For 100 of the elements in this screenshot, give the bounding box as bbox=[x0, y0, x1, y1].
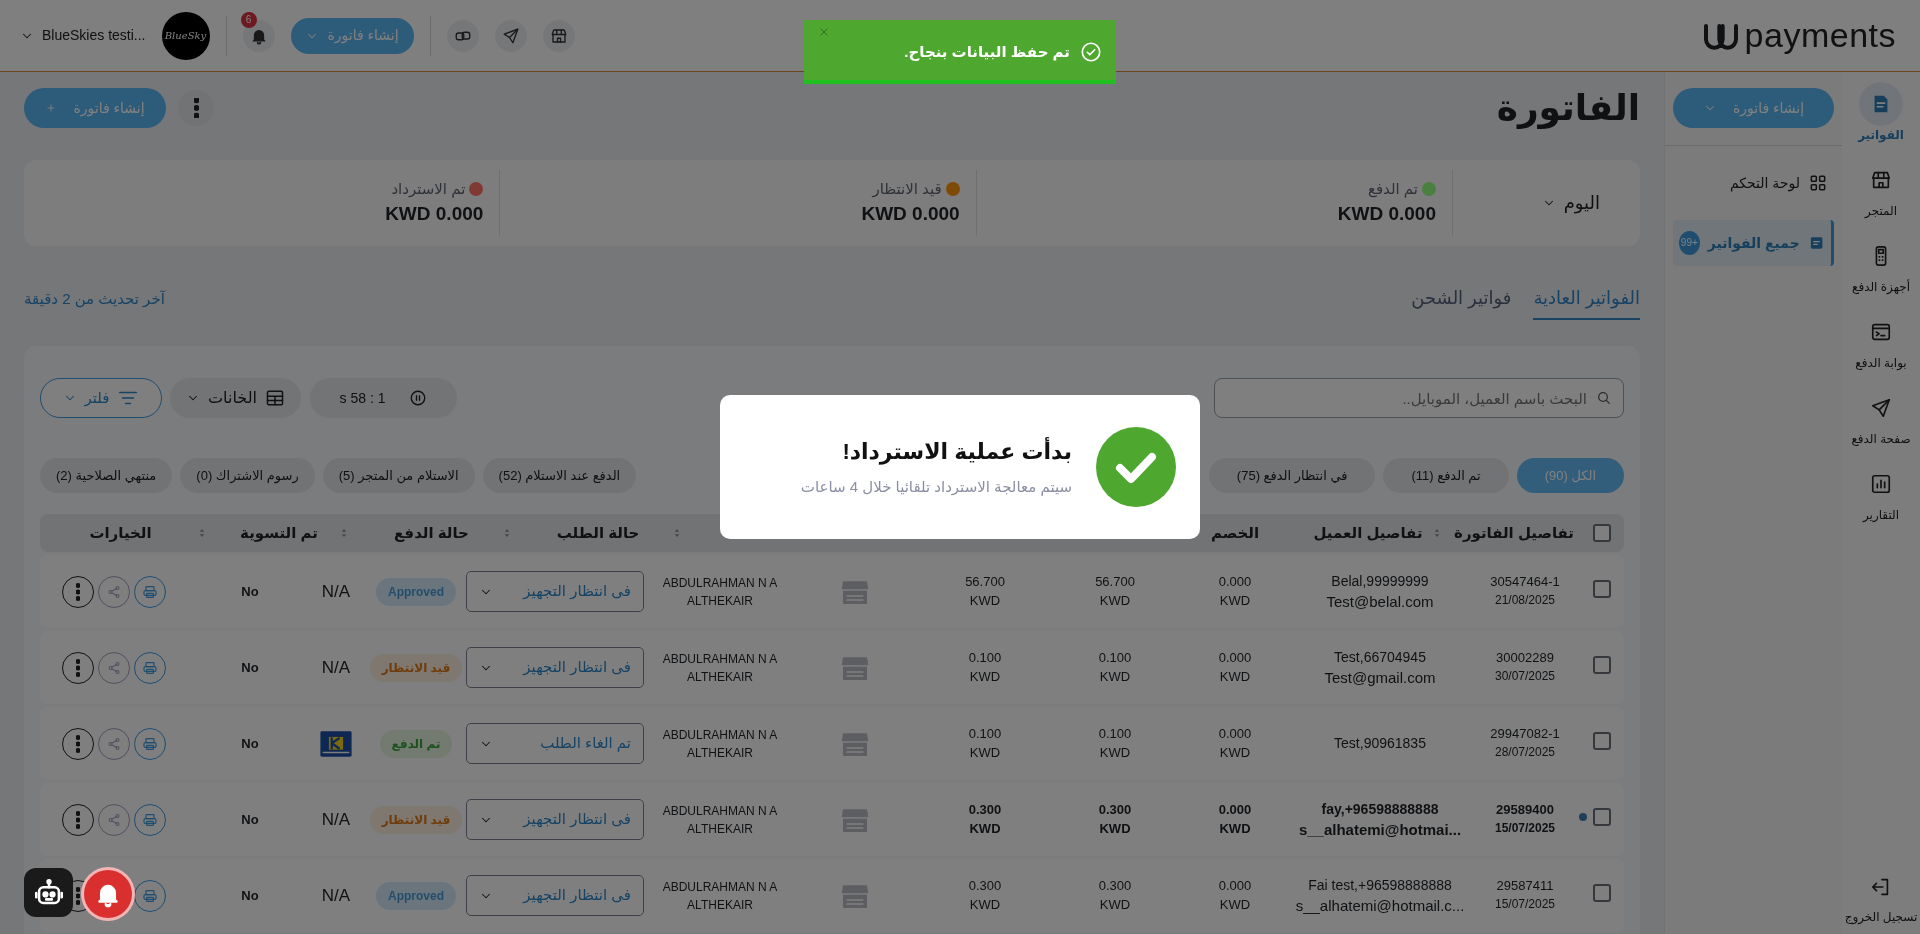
last-updated-link[interactable]: آخر تحديث من 2 دقيقة bbox=[24, 287, 165, 310]
customer-email: s__alhatemi@hotmail.c... bbox=[1295, 896, 1465, 915]
invoice-number[interactable]: 29587411 bbox=[1496, 879, 1554, 895]
amount: 56.700 bbox=[1095, 574, 1135, 590]
send-button[interactable] bbox=[494, 19, 527, 52]
amount: 0.100 bbox=[968, 650, 1002, 666]
payment-method: N/A bbox=[321, 580, 351, 603]
stat-value: KWD 0.000 bbox=[385, 202, 484, 226]
search-field[interactable]: البحث باسم العميل، الموبايل.. bbox=[1214, 378, 1624, 418]
amount: 0.100 bbox=[1098, 650, 1132, 666]
invoice-number[interactable]: 30547464-1 bbox=[1490, 575, 1560, 591]
row-checkbox[interactable] bbox=[1593, 807, 1611, 826]
invoice-number[interactable]: 29947082-1 bbox=[1490, 727, 1560, 743]
order-status-select[interactable]: فى انتظار التجهيز bbox=[466, 571, 644, 612]
link-button[interactable] bbox=[446, 19, 479, 52]
print-button[interactable] bbox=[134, 575, 166, 608]
more-button[interactable] bbox=[62, 575, 94, 608]
send-icon bbox=[501, 26, 520, 45]
more-button[interactable] bbox=[178, 90, 214, 126]
filter-chip[interactable]: الدفع عند الاستلام (52) bbox=[482, 458, 637, 493]
printer-icon bbox=[142, 735, 158, 752]
account-menu[interactable]: BlueSkies testi... bbox=[20, 25, 146, 46]
row-checkbox[interactable] bbox=[1593, 655, 1611, 674]
notification-count: 6 bbox=[240, 11, 257, 28]
sidebar-item[interactable]: أجهزة الدفع bbox=[1842, 234, 1920, 310]
print-button[interactable] bbox=[134, 879, 166, 912]
sidebar-item[interactable]: التقارير bbox=[1842, 462, 1920, 538]
logo-text: payments bbox=[1744, 15, 1896, 56]
columns-button[interactable]: الخانات bbox=[170, 378, 301, 418]
tab[interactable]: فواتير الشحن bbox=[1411, 281, 1512, 320]
more-button[interactable] bbox=[62, 727, 94, 760]
amount: 0.300 bbox=[1098, 802, 1132, 818]
notification-button[interactable] bbox=[84, 870, 132, 918]
customer-email: Test@gmail.com bbox=[1324, 668, 1436, 687]
sidebar-item[interactable]: صفحة الدفع bbox=[1842, 386, 1920, 462]
more-button[interactable] bbox=[62, 651, 94, 684]
invoice-number[interactable]: 29589400 bbox=[1496, 803, 1554, 819]
customer-name: fay,+96598888888 bbox=[1321, 800, 1439, 817]
count-badge: +99 bbox=[1679, 231, 1700, 255]
amount: 0.000 bbox=[1218, 726, 1252, 742]
dialog-message: سيتم معالجة الاسترداد تلقائيا خلال 4 ساعات bbox=[800, 477, 1072, 498]
close-button[interactable] bbox=[818, 26, 830, 38]
column-header[interactable]: تم التسوية bbox=[240, 521, 318, 545]
sidebar-item[interactable]: المتجر bbox=[1842, 158, 1920, 234]
check-circle-icon bbox=[1080, 41, 1102, 63]
customer-name: Fai test,+96598888888 bbox=[1308, 876, 1452, 893]
sidebar-item[interactable]: بوابة الدفع bbox=[1842, 310, 1920, 386]
share-icon bbox=[107, 812, 121, 827]
chatbot-button[interactable] bbox=[24, 868, 73, 917]
column-header: تفاصيل الفاتورة bbox=[1454, 522, 1574, 544]
currency: KWD bbox=[969, 745, 1001, 761]
order-status-select[interactable]: تم الغاء الطلب bbox=[466, 723, 644, 764]
more-icon bbox=[76, 734, 80, 753]
filter-chip[interactable]: رسوم الاشتراك (0) bbox=[180, 458, 315, 493]
invoice-number[interactable]: 30002289 bbox=[1496, 651, 1554, 667]
customer-email: s__alhatemi@hotmai... bbox=[1298, 820, 1462, 839]
store-button[interactable] bbox=[542, 19, 575, 52]
more-icon bbox=[76, 658, 80, 677]
amount: 0.100 bbox=[1098, 726, 1132, 742]
printer-icon bbox=[142, 887, 158, 904]
payment-method: N/A bbox=[321, 656, 351, 679]
filter-chip[interactable]: منتهي الصلاحية (2) bbox=[40, 458, 173, 493]
currency: KWD bbox=[1099, 593, 1131, 609]
select-all-checkbox[interactable] bbox=[1593, 524, 1611, 542]
print-button[interactable] bbox=[134, 803, 166, 836]
order-status-select[interactable]: فى انتظار التجهيز bbox=[466, 875, 644, 916]
amount: 0.000 bbox=[1218, 574, 1252, 590]
timer-button[interactable]: s 58 : 1 bbox=[310, 378, 457, 418]
row-checkbox[interactable] bbox=[1593, 579, 1611, 598]
avatar-logo[interactable]: BlueSky bbox=[161, 11, 210, 60]
more-button[interactable] bbox=[62, 803, 94, 836]
filter-chip[interactable]: الاستلام من المتجر (5) bbox=[322, 458, 475, 493]
payment-status: Approved bbox=[376, 881, 456, 910]
order-status-select[interactable]: فى انتظار التجهيز bbox=[466, 799, 644, 840]
amount: 0.100 bbox=[968, 726, 1002, 742]
employee-name: ABDULRAHMAN N A ALTHEKAIR bbox=[661, 802, 779, 838]
column-header[interactable]: حالة الطلب bbox=[556, 521, 640, 545]
print-button[interactable] bbox=[134, 651, 166, 684]
invoice-date: 30/07/2025 bbox=[1494, 670, 1556, 684]
menu-item[interactable]: لوحة التحكم bbox=[1673, 160, 1834, 206]
period-dropdown[interactable]: اليوم bbox=[1541, 189, 1600, 217]
row-checkbox[interactable] bbox=[1593, 883, 1611, 902]
share-icon bbox=[107, 736, 121, 751]
column-header[interactable]: حالة الدفع bbox=[394, 521, 469, 545]
row-checkbox[interactable] bbox=[1593, 731, 1611, 750]
column-header[interactable]: تفاصيل العميل bbox=[1313, 521, 1423, 545]
filter-chip[interactable]: في انتظار الدفع (75) bbox=[1208, 458, 1376, 493]
payment-method: N/A bbox=[321, 884, 351, 907]
print-button[interactable] bbox=[134, 727, 166, 760]
tab[interactable]: الفواتير العادية bbox=[1533, 281, 1640, 320]
column-header[interactable]: الخيارات bbox=[89, 521, 152, 545]
sidebar-item[interactable]: الفواتير bbox=[1842, 82, 1920, 158]
logout-button[interactable]: تسجيل الخروج bbox=[1842, 862, 1920, 926]
filter-chip[interactable]: تم الدفع (11) bbox=[1383, 458, 1509, 493]
success-check-icon bbox=[1096, 427, 1176, 507]
search-icon bbox=[1596, 390, 1612, 406]
share-icon bbox=[107, 584, 121, 599]
page-title: الفاتورة bbox=[1496, 86, 1640, 130]
order-status-select[interactable]: فى انتظار التجهيز bbox=[466, 647, 644, 688]
filter-button[interactable]: فلتر bbox=[40, 378, 162, 418]
